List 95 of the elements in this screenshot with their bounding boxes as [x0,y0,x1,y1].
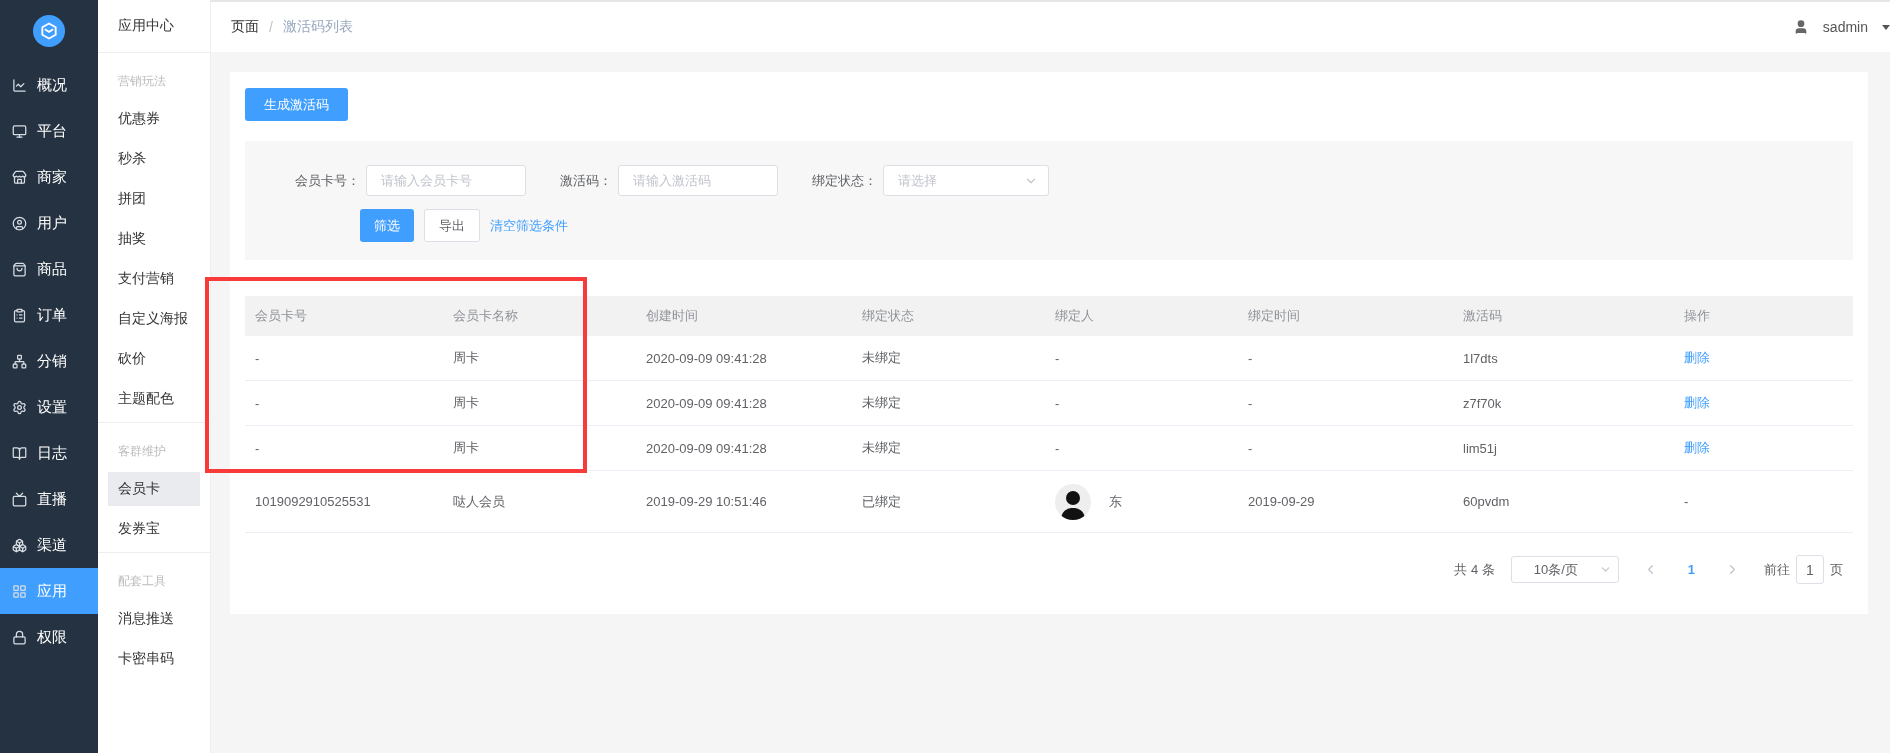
nav-item[interactable]: 分销 [0,338,98,384]
settings-icon [12,399,27,415]
column-header: 绑定状态 [861,307,915,325]
column-header: 操作 [1683,307,1711,325]
submenu-item[interactable]: 自定义海报 [108,302,200,336]
submenu-item[interactable]: 卡密串码 [108,642,200,676]
nav-item[interactable]: 日志 [0,430,98,476]
nav-item[interactable]: 订单 [0,292,98,338]
goto-page-field[interactable]: 1 [1796,555,1824,584]
table-cell-text: 2019-09-29 10:51:46 [645,494,768,509]
filter-label: 会员卡号： [295,171,360,190]
nav-item[interactable]: 渠道 [0,522,98,568]
table-cell-text: 2019-09-29 [1247,494,1316,509]
breadcrumb-separator: / [269,19,273,35]
column-header: 激活码 [1462,307,1503,325]
submenu-item[interactable]: 支付营销 [108,262,200,296]
table-cell-text: 2020-09-09 09:41:28 [645,350,768,366]
table-cell-text: 1019092910525531 [254,494,372,509]
submenu-item[interactable]: 优惠券 [108,102,200,136]
logo-icon [33,15,65,47]
export-button[interactable]: 导出 [424,209,480,242]
table-cell-text: 2020-09-09 09:41:28 [645,440,768,456]
boxes-icon [12,537,27,553]
submenu-item[interactable]: 主题配色 [108,382,200,416]
table-cell-text: - [1247,440,1254,456]
table-cell-text: 2020-09-09 09:41:28 [645,395,768,411]
table-cell-text: - [254,440,261,456]
column-header: 绑定时间 [1247,307,1301,325]
tv-icon [12,491,27,507]
submenu-title: 应用中心 [98,0,210,53]
table-cell-text: 1l7dts [1462,350,1499,366]
table-cell: 东 [1109,492,1122,511]
chart-icon [12,77,27,93]
column-header: 绑定人 [1054,307,1095,325]
column-header: 会员卡名称 [452,307,519,325]
lock-icon [12,629,27,645]
table-cell-text: 周卡 [452,439,480,457]
user-icon [12,215,27,231]
nav-item[interactable]: 权限 [0,614,98,660]
nav-item[interactable]: 用户 [0,200,98,246]
submenu-item[interactable]: 发券宝 [108,512,200,546]
table-cell-text: 已绑定 [861,492,902,511]
column-header: 会员卡号 [254,307,308,325]
table-cell-text: z7f70k [1462,395,1503,411]
submenu-item[interactable]: 消息推送 [108,602,200,636]
breadcrumb-item[interactable]: 页面 [231,18,259,36]
page-suffix: 页 [1830,560,1843,579]
table-cell-text: 哒人会员 [452,492,506,511]
nav-item[interactable]: 概况 [0,62,98,108]
bag-icon [12,261,27,277]
table-cell: - [1055,395,1060,411]
table-cell-text: lim51j [1462,440,1498,456]
table-cell-text: 周卡 [452,394,480,412]
monitor-icon [12,123,27,139]
submenu-item[interactable]: 秒杀 [108,142,200,176]
page-size-select[interactable]: 10条/页 [1510,556,1619,583]
breadcrumb-item: 激活码列表 [282,18,353,36]
table-cell-text: - [254,395,261,411]
submenu-item[interactable]: 砍价 [108,342,200,376]
clipboard-icon [12,307,27,323]
submenu-item[interactable]: 会员卡 [108,472,200,506]
group-title: 配套工具 [117,573,167,590]
nav-item[interactable]: 平台 [0,108,98,154]
table-cell-text: 未绑定 [861,439,902,457]
filter-label: 激活码： [560,171,612,190]
group-title: 客群维护 [117,443,167,460]
network-icon [12,353,27,369]
table-cell-text: - [254,350,261,366]
nav-item[interactable]: 直播 [0,476,98,522]
nav-item[interactable]: 商品 [0,246,98,292]
caret-icon[interactable] [1882,24,1890,30]
user-name[interactable]: sadmin [1822,19,1868,35]
table-cell-text: 60pvdm [1462,494,1511,509]
total-count: 共 4 条 [1454,560,1495,579]
table-cell-text: - [1247,395,1254,411]
submenu-item[interactable]: 抽奖 [108,222,200,256]
table-cell: - [1055,440,1060,456]
table-cell-text: 周卡 [452,349,480,367]
nav-item[interactable]: 设置 [0,384,98,430]
table-cell: - [1055,350,1060,366]
filter-label: 绑定状态： [812,171,877,190]
nav-item[interactable]: 商家 [0,154,98,200]
input-field[interactable]: 请输入会员卡号 [366,165,526,196]
table-cell-text: 未绑定 [861,349,902,367]
goto-label: 前往 [1764,560,1790,579]
group-title: 营销玩法 [117,73,167,90]
table-cell-text: 未绑定 [861,394,902,412]
column-header: 创建时间 [645,307,699,325]
submenu-item[interactable]: 拼团 [108,182,200,216]
store-icon [12,169,27,185]
grid-icon [12,583,27,599]
book-icon [12,445,27,461]
table-cell-text: - [1683,494,1690,509]
table-cell-text: - [1247,350,1254,366]
input-field[interactable]: 请输入激活码 [618,165,778,196]
